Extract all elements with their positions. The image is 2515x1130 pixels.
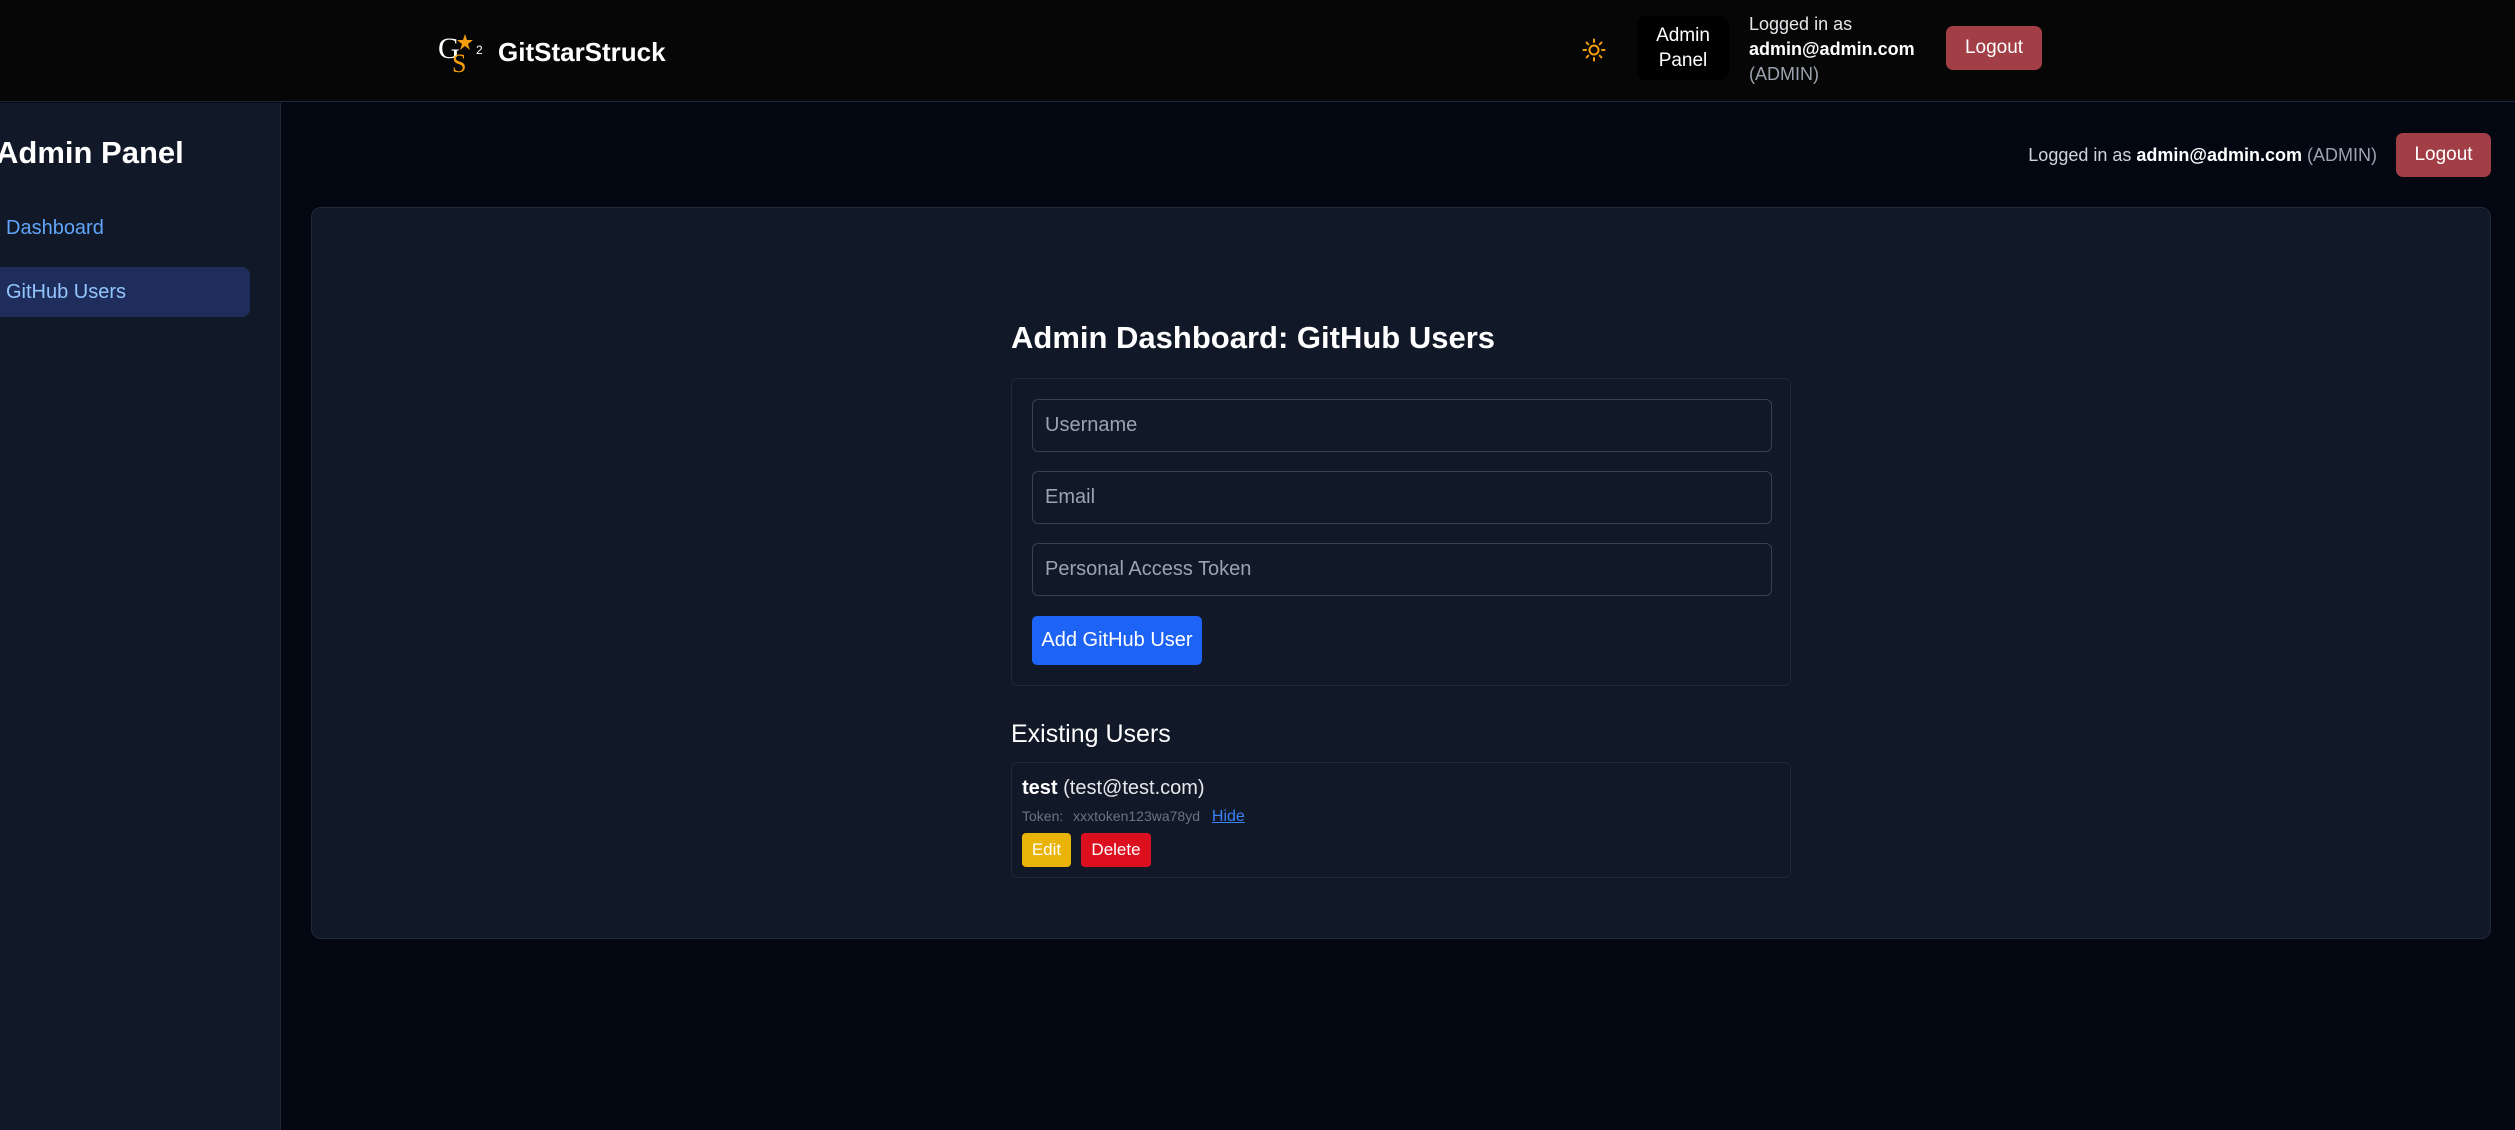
edit-user-button[interactable]: Edit xyxy=(1022,833,1071,867)
header-logout-button[interactable]: Logout xyxy=(1946,26,2042,70)
token-input[interactable] xyxy=(1032,543,1772,596)
list-item: test (test@test.com) Token: xxxtoken123w… xyxy=(1011,762,1791,878)
header-user-role: (ADMIN) xyxy=(1749,64,1819,84)
user-identity: test (test@test.com) xyxy=(1022,777,1205,800)
svg-text:2: 2 xyxy=(476,43,483,57)
header-login-info: Logged in as admin@admin.com (ADMIN) xyxy=(1749,12,1915,87)
svg-text:S: S xyxy=(452,49,466,74)
header-login-prefix: Logged in as xyxy=(1749,14,1853,34)
main-user-role: (ADMIN) xyxy=(2307,145,2377,165)
username-input[interactable] xyxy=(1032,399,1772,452)
sidebar: Admin Panel Dashboard GitHub Users xyxy=(0,103,281,1130)
sidebar-item-dashboard[interactable]: Dashboard xyxy=(0,203,250,253)
brand-name: GitStarStruck xyxy=(498,36,666,67)
brand[interactable]: G S 2 GitStarStruck xyxy=(438,30,666,74)
delete-user-button[interactable]: Delete xyxy=(1081,833,1151,867)
sidebar-item-github-users[interactable]: GitHub Users xyxy=(0,267,250,317)
main-login-prefix: Logged in as xyxy=(2028,145,2132,165)
theme-toggle-button[interactable] xyxy=(1580,36,1608,64)
main-logout-button[interactable]: Logout xyxy=(2396,133,2491,177)
main-user-email: admin@admin.com xyxy=(2136,145,2302,165)
existing-users-heading: Existing Users xyxy=(1011,720,1171,748)
add-user-form: Add GitHub User xyxy=(1011,378,1791,686)
email-input[interactable] xyxy=(1032,471,1772,524)
token-label: Token: xyxy=(1022,808,1064,824)
hide-token-link[interactable]: Hide xyxy=(1212,808,1245,825)
top-navbar: G S 2 GitStarStruck Admin Panel Logged i… xyxy=(0,0,2515,102)
sun-icon xyxy=(1582,38,1606,62)
admin-panel-label-line1: Admin xyxy=(1656,25,1710,46)
gss-logo-icon: G S 2 xyxy=(438,32,483,74)
header-user-email: admin@admin.com xyxy=(1749,39,1915,59)
add-github-user-button[interactable]: Add GitHub User xyxy=(1032,616,1202,665)
main-login-info: Logged in as admin@admin.com (ADMIN) xyxy=(2028,145,2377,166)
admin-panel-button[interactable]: Admin Panel xyxy=(1637,16,1729,80)
user-token-line: Token: xxxtoken123wa78yd Hide xyxy=(1022,808,1245,826)
user-email: (test@test.com) xyxy=(1063,777,1205,799)
sidebar-title: Admin Panel xyxy=(0,135,184,170)
token-value: xxxtoken123wa78yd xyxy=(1073,808,1201,824)
user-username: test xyxy=(1022,777,1058,799)
page-title: Admin Dashboard: GitHub Users xyxy=(1011,320,1495,355)
admin-panel-label-line2: Panel xyxy=(1658,50,1708,71)
